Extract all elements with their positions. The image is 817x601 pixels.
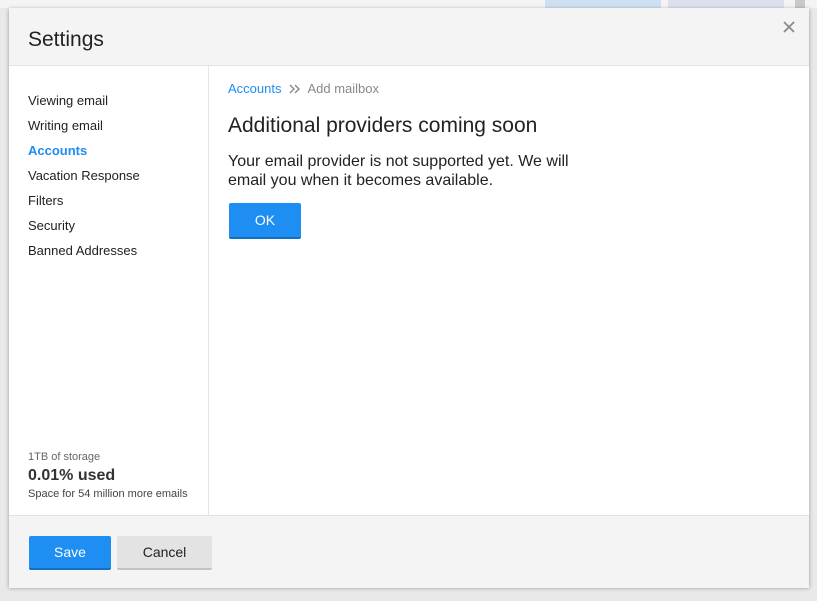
sidebar-item-security[interactable]: Security bbox=[28, 218, 75, 233]
settings-content: Accounts Add mailbox Additional provider… bbox=[209, 66, 809, 515]
storage-space-remaining: Space for 54 million more emails bbox=[28, 488, 188, 500]
background-element bbox=[795, 0, 805, 8]
storage-used: 0.01% used bbox=[28, 467, 116, 484]
cancel-button[interactable]: Cancel bbox=[117, 536, 212, 570]
sidebar-item-accounts[interactable]: Accounts bbox=[28, 143, 87, 158]
dialog-title: Settings bbox=[28, 28, 104, 51]
ok-button[interactable]: OK bbox=[229, 203, 301, 239]
sidebar-item-vacation-response[interactable]: Vacation Response bbox=[28, 168, 140, 183]
close-button[interactable] bbox=[781, 19, 797, 35]
sidebar-item-writing-email[interactable]: Writing email bbox=[28, 118, 103, 133]
close-icon bbox=[783, 21, 795, 33]
settings-sidebar: Viewing email Writing email Accounts Vac… bbox=[9, 66, 209, 515]
dialog-footer: Save Cancel bbox=[9, 515, 809, 588]
breadcrumb-accounts-link[interactable]: Accounts bbox=[228, 81, 281, 96]
sidebar-item-viewing-email[interactable]: Viewing email bbox=[28, 93, 108, 108]
page-title: Additional providers coming soon bbox=[228, 114, 538, 137]
dialog-header: Settings bbox=[9, 8, 809, 66]
storage-capacity: 1TB of storage bbox=[28, 451, 101, 463]
sidebar-item-filters[interactable]: Filters bbox=[28, 193, 63, 208]
sidebar-item-banned-addresses[interactable]: Banned Addresses bbox=[28, 243, 137, 258]
background-element bbox=[545, 0, 661, 8]
save-button[interactable]: Save bbox=[29, 536, 111, 570]
breadcrumb-current: Add mailbox bbox=[307, 81, 379, 96]
provider-message: Your email provider is not supported yet… bbox=[228, 153, 569, 189]
settings-dialog: Settings Viewing email Writing email Acc… bbox=[9, 8, 809, 588]
breadcrumb: Accounts Add mailbox bbox=[228, 81, 379, 96]
background-element bbox=[668, 0, 784, 8]
double-chevron-right-icon bbox=[289, 82, 303, 96]
